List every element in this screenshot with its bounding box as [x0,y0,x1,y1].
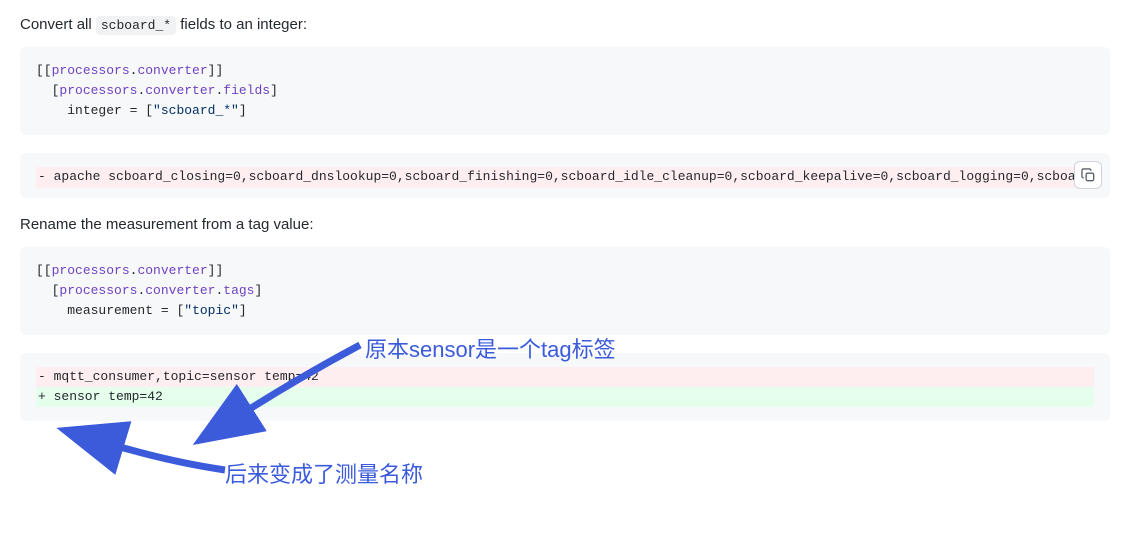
cfg1-line3: integer = ["scboard_*"] [36,101,1094,121]
copy-button[interactable] [1074,161,1102,189]
diff-scroll-area[interactable]: - apache scboard_closing=0,scboard_dnslo… [36,167,1094,193]
cfg1-line2: [processors.converter.fields] [36,81,1094,101]
diff-block-2: - mqtt_consumer,topic=sensor temp=42 + s… [20,353,1110,421]
cfg2-line3: measurement = ["topic"] [36,301,1094,321]
intro-text-post: fields to an integer: [176,16,307,33]
config-block-2: [[processors.converter]] [processors.con… [20,247,1110,335]
inline-code-scboard: scboard_* [96,16,176,35]
section2-intro: Rename the measurement from a tag value: [20,216,1110,233]
diff-block-1: - apache scboard_closing=0,scboard_dnslo… [20,153,1110,197]
intro-text-pre: Convert all [20,16,96,33]
copy-icon [1081,168,1096,183]
cfg1-line1: [[processors.converter]] [36,61,1094,81]
section1-intro: Convert all scboard_* fields to an integ… [20,16,1110,33]
diff-deleted-line: - apache scboard_closing=0,scboard_dnslo… [36,167,1094,187]
cfg2-line1: [[processors.converter]] [36,261,1094,281]
diff2-deleted: - mqtt_consumer,topic=sensor temp=42 [36,367,1094,387]
arrow-2 [90,432,250,482]
config-block-1: [[processors.converter]] [processors.con… [20,47,1110,135]
annotation-2: 后来变成了测量名称 [225,457,423,489]
cfg2-line2: [processors.converter.tags] [36,281,1094,301]
diff2-added: + sensor temp=42 [36,387,1094,407]
